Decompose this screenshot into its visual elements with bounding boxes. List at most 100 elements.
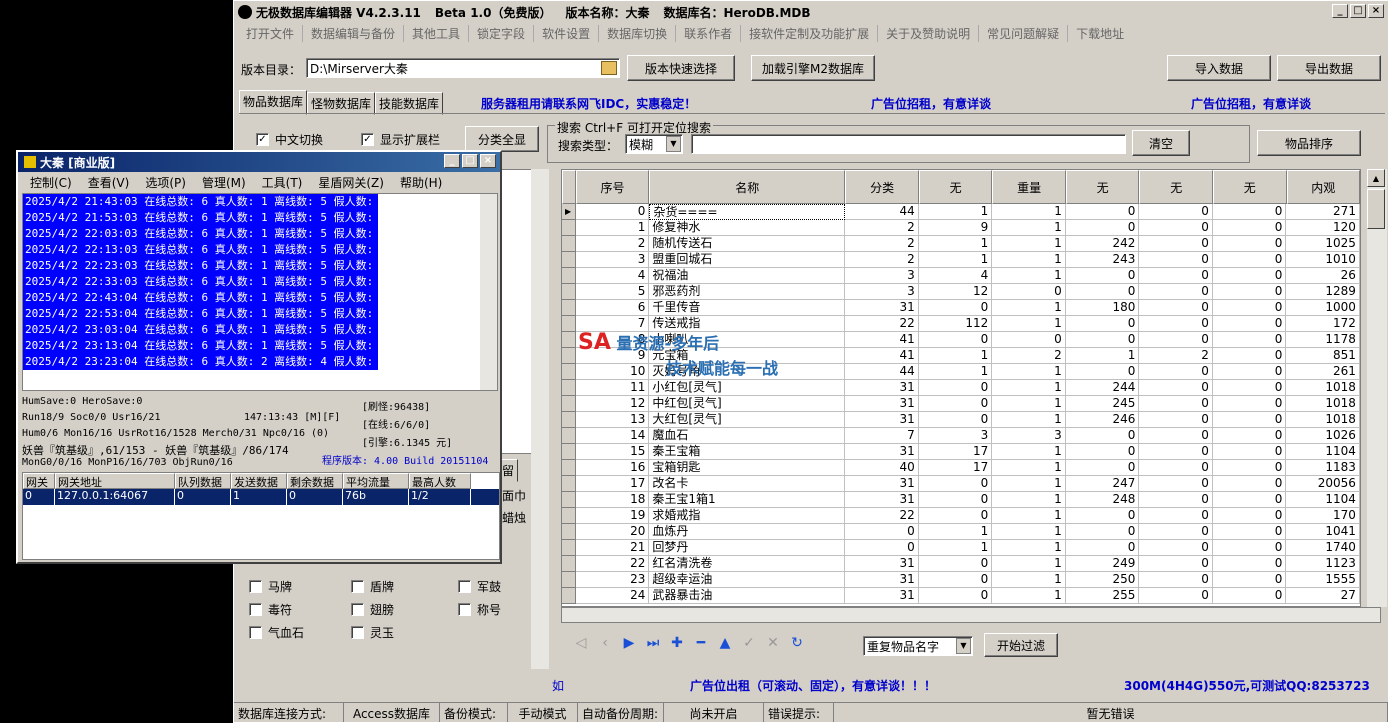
gateway-table[interactable]: 网关 网关地址 队列数据 发送数据 剩余数据 平均流量 最高人数 0 127.0.0.1:64… [22,472,500,560]
table-cell[interactable]: 0 [1139,332,1213,348]
table-cell[interactable]: 杂货==== [649,204,846,220]
grid-hscroll[interactable] [561,607,1381,623]
table-cell[interactable]: 1018 [1286,412,1360,428]
table-cell[interactable]: 3 [845,268,919,284]
filter-button[interactable]: 开始过滤 [984,633,1058,657]
menu-item[interactable]: 星盾网关(Z) [318,174,384,191]
table-cell[interactable]: 0 [1212,444,1287,460]
table-cell[interactable]: 0 [1139,316,1213,332]
gateway-row[interactable]: 0 127.0.0.1:64067 0 1 0 76b 1/2 [23,489,499,505]
cat-horse[interactable]: 马牌 [249,578,292,595]
table-cell[interactable]: 0 [1212,204,1287,220]
column-header[interactable]: 无 [918,170,993,204]
gateway-column-header[interactable]: 队列数据 [175,473,231,489]
cancel-icon[interactable]: ✕ [764,634,782,652]
table-row[interactable]: 5 邪恶药剂 3 12 0 0 0 0 1289 [562,284,1360,300]
table-cell[interactable]: 0 [918,396,993,412]
table-cell[interactable]: 0 [1212,492,1287,508]
menu-item[interactable]: 查看(V) [88,174,130,191]
table-cell[interactable]: 3 [575,252,650,268]
table-cell[interactable]: 1 [992,556,1066,572]
scroll-up-icon[interactable]: ▲ [1367,169,1385,187]
table-cell[interactable]: 17 [575,476,650,492]
table-cell[interactable]: 1018 [1286,380,1360,396]
table-row[interactable]: 12 中红包[灵气] 31 0 1 245 0 0 1018 [562,396,1360,412]
table-cell[interactable]: 19 [575,508,650,524]
table-row[interactable]: 4 祝福油 3 4 1 0 0 0 26 [562,268,1360,284]
table-cell[interactable]: 宝箱钥匙 [649,460,846,476]
table-cell[interactable]: 255 [1065,588,1140,604]
table-cell[interactable]: 0 [1139,268,1213,284]
table-cell[interactable]: 1 [992,204,1066,220]
menu-item[interactable]: 其他工具 [404,24,470,42]
menu-item[interactable]: 常见问题解疑 [979,24,1069,42]
menu-item[interactable]: 选项(P) [145,174,186,191]
table-cell[interactable]: 0 [1139,588,1213,604]
table-cell[interactable]: 1 [992,300,1066,316]
table-cell[interactable]: 244 [1065,380,1140,396]
tab-monsters[interactable]: 怪物数据库 [307,92,376,115]
table-cell[interactable]: 18 [575,492,650,508]
table-cell[interactable]: 0 [1139,220,1213,236]
table-cell[interactable]: 11 [575,380,650,396]
table-cell[interactable]: 1 [992,588,1066,604]
table-row[interactable]: 19 求婚戒指 22 0 1 0 0 0 170 [562,508,1360,524]
table-cell[interactable]: 0 [1139,444,1213,460]
checkbox[interactable] [249,580,262,593]
table-cell[interactable]: 0 [1212,476,1287,492]
checkbox[interactable] [249,603,262,616]
table-cell[interactable]: 2 [992,348,1066,364]
table-cell[interactable]: 0 [1065,540,1140,556]
table-cell[interactable]: 246 [1065,412,1140,428]
column-header[interactable]: 分类 [845,170,919,204]
table-cell[interactable]: 0 [1212,332,1287,348]
table-cell[interactable]: 1 [992,380,1066,396]
table-cell[interactable]: 血炼丹 [649,524,846,540]
tab-skills[interactable]: 技能数据库 [375,92,444,115]
table-cell[interactable]: 44 [845,364,919,380]
table-cell[interactable]: 0 [845,540,919,556]
delete-icon[interactable]: ━ [692,634,710,652]
table-cell[interactable]: 14 [575,428,650,444]
table-cell[interactable]: 31 [845,588,919,604]
gateway-column-header[interactable]: 剩余数据 [287,473,343,489]
table-cell[interactable]: 0 [1065,444,1140,460]
table-cell[interactable]: 44 [845,204,919,220]
table-row[interactable]: 13 大红包[灵气] 31 0 1 246 0 0 1018 [562,412,1360,428]
table-cell[interactable]: 0 [1212,524,1287,540]
table-cell[interactable]: 1289 [1286,284,1360,300]
table-cell[interactable]: 0 [1065,428,1140,444]
table-cell[interactable]: 邪恶药剂 [649,284,846,300]
cat-jade[interactable]: 灵玉 [351,624,394,641]
table-cell[interactable]: 魔血石 [649,428,846,444]
table-row[interactable]: 3 盟重回城石 2 1 1 243 0 0 1010 [562,252,1360,268]
checkbox[interactable] [351,603,364,616]
cat-poison[interactable]: 毒符 [249,601,292,618]
table-cell[interactable]: 248 [1065,492,1140,508]
table-cell[interactable]: 回梦丹 [649,540,846,556]
table-cell[interactable]: 243 [1065,252,1140,268]
menu-item[interactable]: 下载地址 [1068,25,1132,42]
gateway-cell[interactable]: 127.0.0.1:64067 [55,489,175,505]
checkbox[interactable] [351,580,364,593]
table-cell[interactable]: 随机传送石 [649,236,846,252]
table-cell[interactable]: 31 [845,412,919,428]
gateway-cell[interactable]: 1 [231,489,287,505]
table-cell[interactable]: 21 [575,540,650,556]
table-cell[interactable]: 1183 [1286,460,1360,476]
table-cell[interactable]: 0 [1065,460,1140,476]
table-cell[interactable]: 1 [918,540,993,556]
table-cell[interactable]: 12 [575,396,650,412]
table-cell[interactable]: 0 [1212,252,1287,268]
table-cell[interactable]: 0 [1065,508,1140,524]
items-grid[interactable]: 序号 名称 分类无重量无无无内观 ▶ 0 杂货==== 44 1 1 0 0 0 271 1 修复神水 2 9… [561,169,1361,607]
table-cell[interactable]: 261 [1286,364,1360,380]
table-cell[interactable]: 1 [992,220,1066,236]
table-cell[interactable]: 1 [992,572,1066,588]
chk-extend[interactable]: ✓ 显示扩展栏 [361,131,440,148]
table-cell[interactable]: 4 [575,268,650,284]
table-cell[interactable]: 0 [1212,508,1287,524]
menu-item[interactable]: 数据编辑与备份 [303,24,405,42]
table-cell[interactable]: 0 [918,300,993,316]
add-icon[interactable]: ✚ [668,634,686,652]
